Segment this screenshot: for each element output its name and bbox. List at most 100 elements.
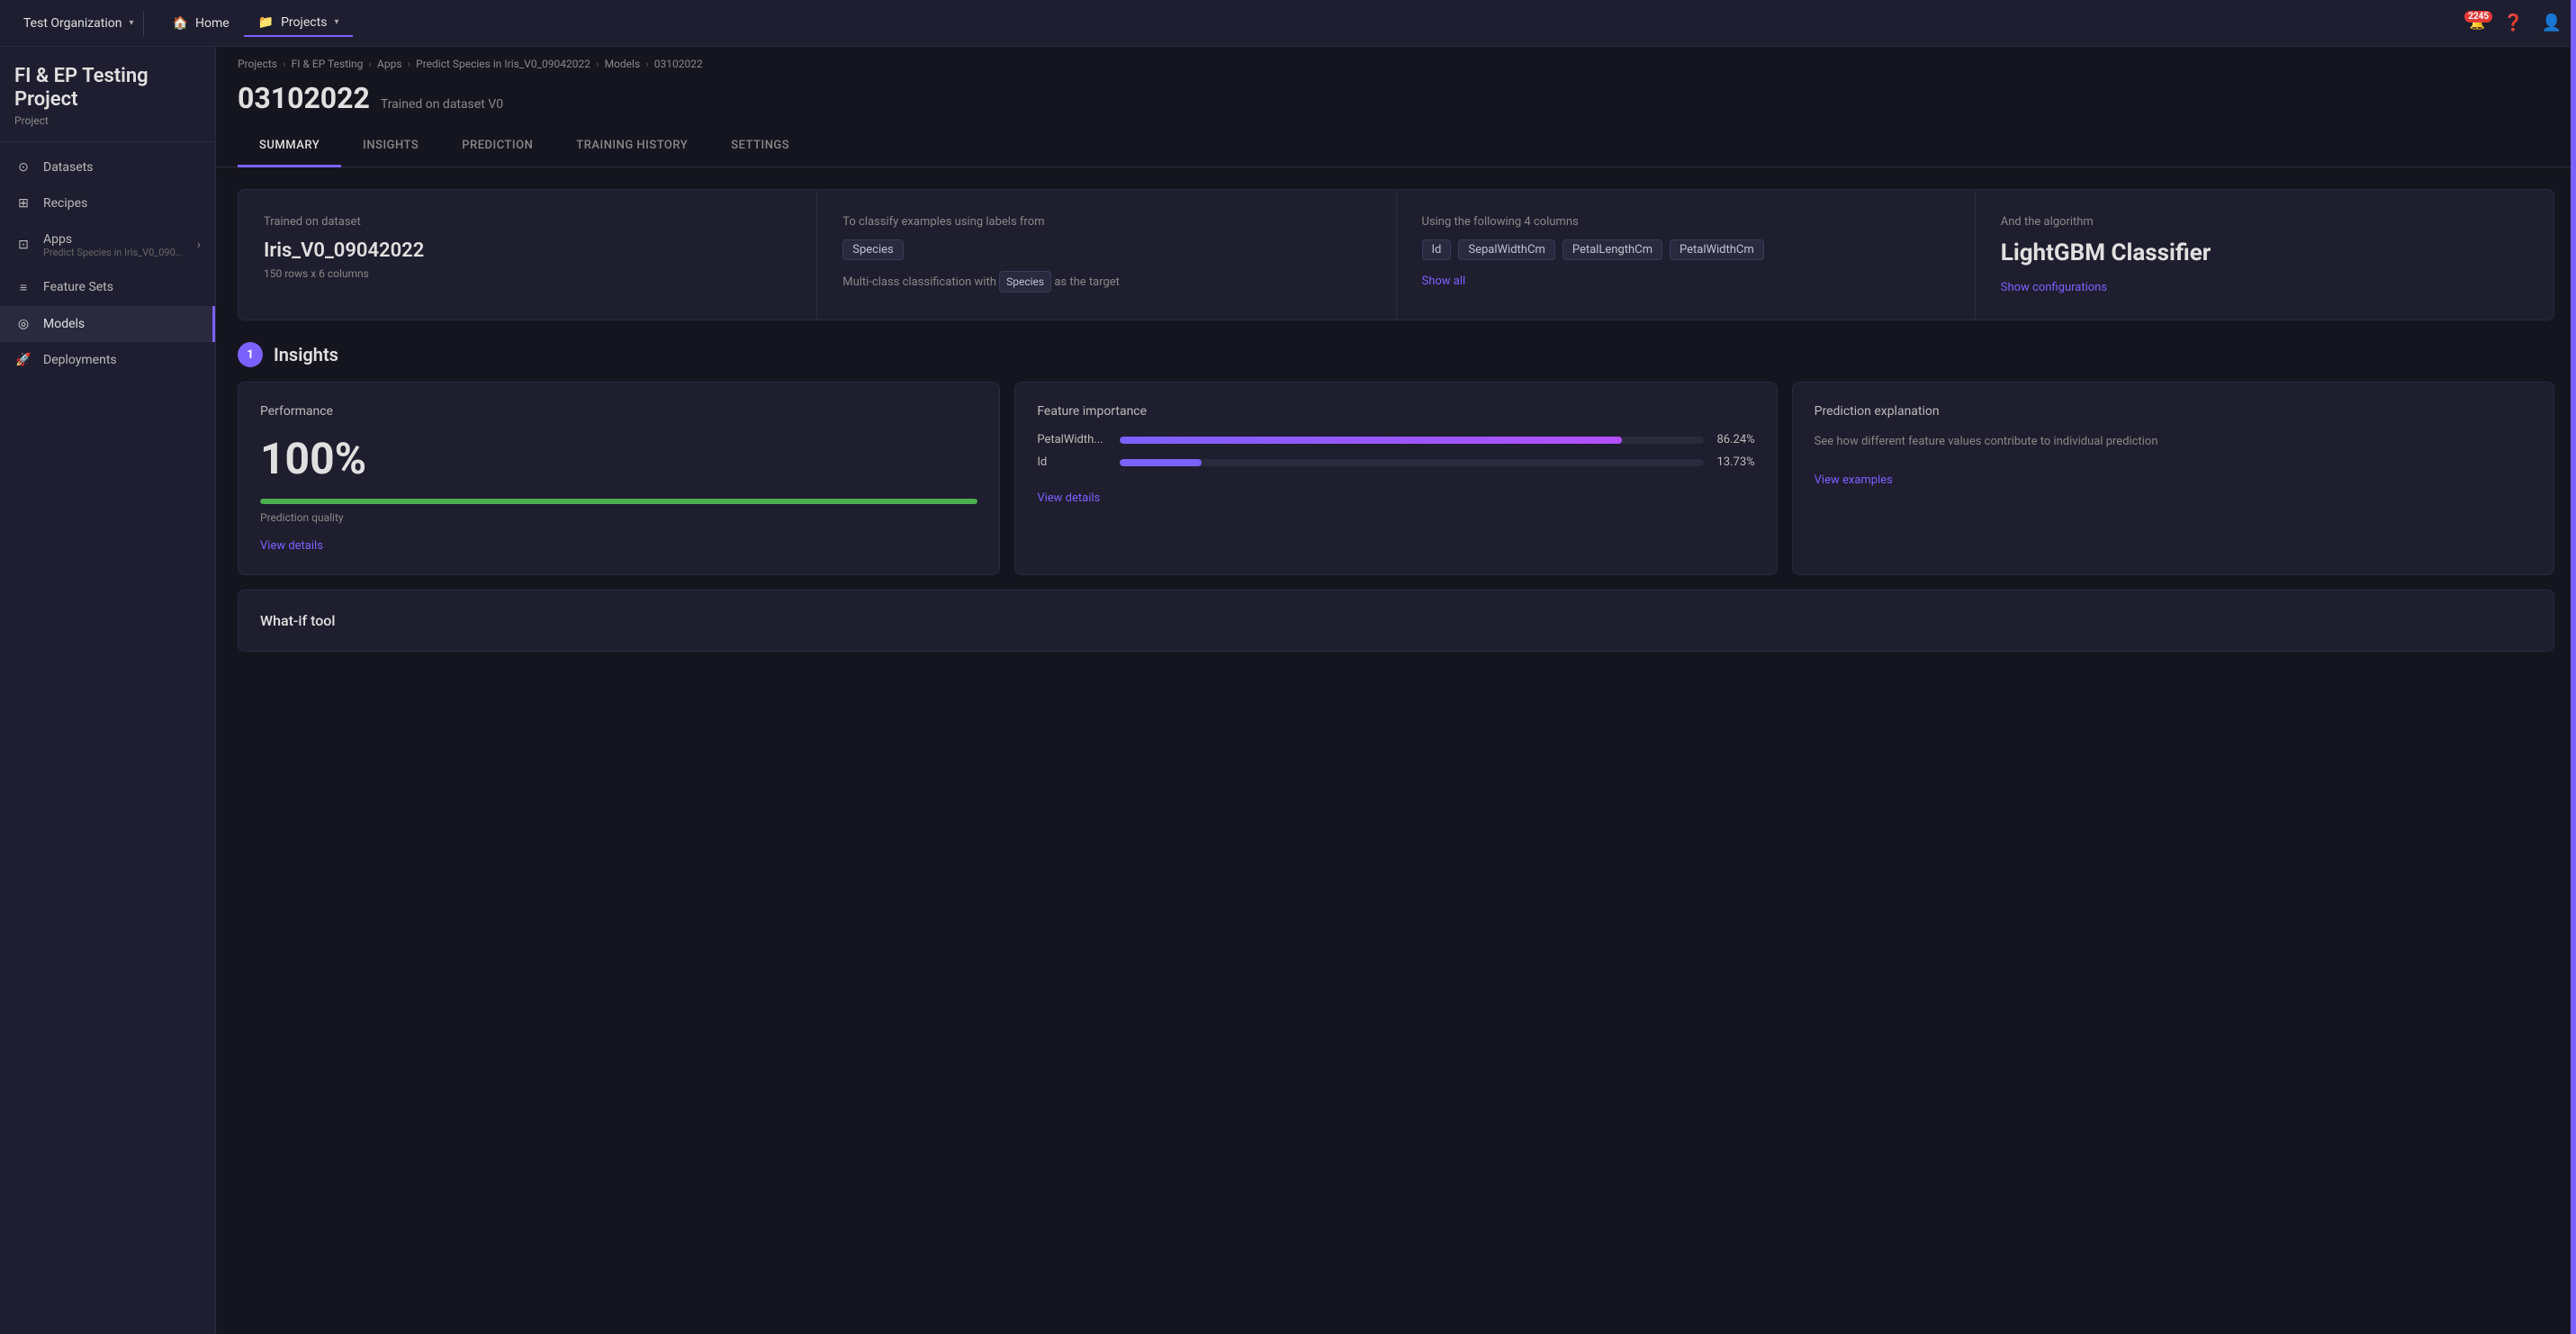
species-tag: Species: [842, 239, 903, 260]
projects-icon: 📁: [258, 15, 274, 30]
insights-badge: 1: [238, 342, 263, 367]
home-nav-item[interactable]: 🏠 Home: [158, 11, 244, 36]
apps-label: Apps: [43, 232, 186, 247]
fi-view-details-link[interactable]: View details: [1037, 491, 1100, 505]
insight-card-performance: Performance 100% Prediction quality View…: [238, 382, 1000, 575]
performance-progress-fill: [260, 499, 977, 504]
whatif-section: What-if tool: [238, 590, 2554, 652]
sidebar-item-apps[interactable]: ⊡ Apps Predict Species in Iris_V0_090...…: [0, 221, 215, 269]
tab-summary[interactable]: SUMMARY: [238, 126, 341, 167]
sidebar-item-label: Models: [43, 317, 85, 331]
pred-exp-title: Prediction explanation: [1815, 404, 2532, 419]
breadcrumb-sep-2: ›: [368, 58, 372, 70]
top-nav: Test Organization ▾ 🏠 Home 📁 Projects ▾ …: [0, 0, 2576, 47]
page-title: 03102022: [238, 81, 370, 115]
show-all-columns-link[interactable]: Show all: [1422, 275, 1950, 288]
recipes-icon: ⊞: [14, 196, 32, 211]
right-edge-bar: [2571, 0, 2576, 1334]
sidebar-item-recipes[interactable]: ⊞ Recipes: [0, 185, 215, 221]
fi-bar-fill-petalwidth: [1120, 437, 1622, 444]
performance-progress-bar: [260, 499, 977, 504]
feature-importance-rows: PetalWidth... 86.24% Id 13.73%: [1037, 433, 1754, 469]
page-subtitle: Trained on dataset V0: [381, 97, 503, 112]
sidebar-item-deployments[interactable]: 🚀 Deployments: [0, 342, 215, 378]
org-selector[interactable]: Test Organization ▾: [14, 11, 144, 36]
breadcrumb-sep-4: ›: [596, 58, 599, 70]
feature-tags: Id SepalWidthCm PetalLengthCm PetalWidth…: [1422, 239, 1950, 260]
columns-label: Using the following 4 columns: [1422, 215, 1950, 229]
page-header: 03102022 Trained on dataset V0: [216, 77, 2576, 115]
datasets-icon: ⊙: [14, 160, 32, 175]
sidebar-item-label: Recipes: [43, 196, 87, 211]
breadcrumb-sep-3: ›: [408, 58, 411, 70]
classify-label: To classify examples using labels from: [842, 215, 1370, 229]
user-button[interactable]: 👤: [2542, 14, 2562, 32]
trained-on-label: Trained on dataset: [264, 215, 791, 229]
fi-row-petalwidth: PetalWidth... 86.24%: [1037, 433, 1754, 446]
apps-arrow-icon: ›: [197, 238, 201, 252]
sidebar-item-feature-sets[interactable]: ≡ Feature Sets: [0, 269, 215, 306]
fi-label-petalwidth: PetalWidth...: [1037, 433, 1109, 446]
sidebar-item-datasets[interactable]: ⊙ Datasets: [0, 149, 215, 185]
fi-percent-id: 13.73%: [1715, 455, 1755, 469]
fi-row-id: Id 13.73%: [1037, 455, 1754, 469]
breadcrumb-predict[interactable]: Predict Species in Iris_V0_09042022: [416, 58, 590, 70]
pred-exp-view-examples-link[interactable]: View examples: [1815, 473, 1893, 487]
sidebar-project-header: FI & EP Testing Project Project: [0, 47, 215, 142]
apps-icon: ⊡: [14, 238, 32, 252]
notification-badge: 2245: [2464, 11, 2492, 23]
projects-nav-item[interactable]: 📁 Projects ▾: [244, 10, 354, 37]
sidebar-item-models[interactable]: ◎ Models: [0, 306, 215, 342]
sidebar-item-label: Datasets: [43, 160, 93, 175]
trained-on-value: Iris_V0_09042022: [264, 239, 791, 262]
tab-prediction[interactable]: PREDICTION: [440, 126, 554, 167]
sidebar-project-type: Project: [14, 114, 201, 127]
feature-sets-icon: ≡: [14, 280, 32, 295]
breadcrumb-sep-5: ›: [645, 58, 649, 70]
feature-importance-title: Feature importance: [1037, 404, 1754, 419]
show-configurations-link[interactable]: Show configurations: [2001, 281, 2528, 294]
tab-training-history[interactable]: TRAINING HISTORY: [554, 126, 709, 167]
summary-card-columns: Using the following 4 columns Id SepalWi…: [1397, 190, 1976, 320]
sidebar-item-label: Deployments: [43, 353, 117, 367]
home-icon: 🏠: [173, 16, 188, 31]
breadcrumb-sep-1: ›: [283, 58, 286, 70]
notification-button[interactable]: 🔔 2245: [2470, 16, 2485, 31]
sidebar-project-name: FI & EP Testing Project: [14, 65, 201, 113]
tab-insights[interactable]: INSIGHTS: [341, 126, 440, 167]
org-chevron-icon: ▾: [130, 18, 134, 28]
fi-label-id: Id: [1037, 455, 1109, 469]
prediction-quality-label: Prediction quality: [260, 511, 977, 524]
col-tag-id: Id: [1422, 239, 1452, 260]
summary-row: Trained on dataset Iris_V0_09042022 150 …: [238, 189, 2554, 320]
fi-percent-petalwidth: 86.24%: [1715, 433, 1755, 446]
trained-on-sub: 150 rows x 6 columns: [264, 267, 791, 280]
insights-cards: Performance 100% Prediction quality View…: [238, 382, 2554, 575]
algorithm-value: LightGBM Classifier: [2001, 239, 2528, 266]
tabs-bar: SUMMARY INSIGHTS PREDICTION TRAINING HIS…: [216, 126, 2576, 167]
deployments-icon: 🚀: [14, 353, 32, 367]
help-button[interactable]: ❓: [2503, 14, 2523, 32]
breadcrumb-apps[interactable]: Apps: [377, 58, 402, 70]
insight-card-prediction-explanation: Prediction explanation See how different…: [1792, 382, 2554, 575]
species-inline-tag: Species: [999, 271, 1051, 293]
projects-chevron-icon: ▾: [334, 17, 338, 27]
insights-section: 1 Insights Performance 100% Prediction q…: [238, 342, 2554, 575]
sidebar-nav: ⊙ Datasets ⊞ Recipes ⊡ Apps Predict Spec…: [0, 142, 215, 385]
org-name: Test Organization: [23, 16, 122, 31]
performance-value: 100%: [260, 433, 977, 484]
breadcrumb: Projects › FI & EP Testing › Apps › Pred…: [216, 47, 2576, 77]
breadcrumb-models[interactable]: Models: [605, 58, 641, 70]
nav-right: 🔔 2245 ❓ 👤: [2470, 14, 2562, 32]
performance-title: Performance: [260, 404, 977, 419]
main-content: Projects › FI & EP Testing › Apps › Pred…: [216, 47, 2576, 1334]
performance-view-details-link[interactable]: View details: [260, 539, 323, 553]
tab-settings[interactable]: SETTINGS: [709, 126, 811, 167]
breadcrumb-projects[interactable]: Projects: [238, 58, 277, 70]
breadcrumb-current: 03102022: [654, 58, 703, 70]
breadcrumb-fi-ep[interactable]: FI & EP Testing: [292, 58, 364, 70]
col-tag-petallength: PetalLengthCm: [1563, 239, 1662, 260]
fi-bar-container-petalwidth: [1120, 437, 1703, 444]
sidebar-item-label: Feature Sets: [43, 280, 113, 294]
algorithm-label: And the algorithm: [2001, 215, 2528, 229]
